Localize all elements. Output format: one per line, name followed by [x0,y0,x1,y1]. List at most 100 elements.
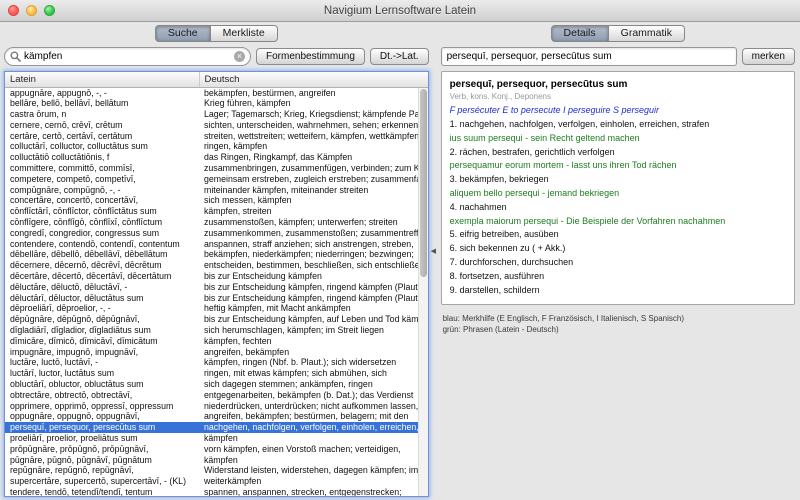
table-row[interactable]: supercertāre, supercertō, supercertāvī, … [5,476,428,487]
cell-latein[interactable]: opprimere, opprimō, oppressī, oppressum [5,401,199,412]
chevron-left-icon[interactable]: ◀ [431,247,436,255]
table-row[interactable]: proeliārī, proelior, proeliātus sum kämpf… [5,433,428,444]
table-row[interactable]: cōnflīgere, cōnflīgō, cōnflīxī, cōnflīct… [5,217,428,228]
table-row[interactable]: colluctātiō colluctātiōnis, f das Ringen,… [5,152,428,163]
table-row[interactable]: obluctārī, obluctor, obluctātus sum sich … [5,379,428,390]
cell-deutsch[interactable]: entscheiden, bestimmen, beschließen, sic… [199,260,428,271]
table-row[interactable]: impugnāre, impugnō, impugnāvī, angreifen,… [5,347,428,358]
column-header-deutsch[interactable]: Deutsch [198,72,428,88]
cell-latein[interactable]: oppugnāre, oppugnō, oppugnāvī, [5,411,199,422]
cell-deutsch[interactable]: anspannen, straff anziehen; sich anstren… [199,239,428,250]
cell-deutsch[interactable]: nachgehen, nachfolgen, verfolgen, einhol… [199,422,428,433]
cell-latein[interactable]: castra ōrum, n [5,109,199,120]
cell-deutsch[interactable]: zusammenbringen, zusammenfügen, verbinde… [199,163,428,174]
cell-deutsch[interactable]: bis zur Entscheidung kämpfen [199,271,428,282]
cell-latein[interactable]: prōpūgnāre, prōpūgnō, prōpūgnāvī, [5,444,199,455]
cell-latein[interactable]: dīgladiārī, dīgladior, dīgladiātus sum [5,325,199,336]
table-row[interactable]: dīgladiārī, dīgladior, dīgladiātus sum si… [5,325,428,336]
cell-latein[interactable]: appugnāre, appugnō, -, - [5,87,199,98]
table-row[interactable]: cōnflīctārī, cōnflīctor, cōnflīctātus su… [5,206,428,217]
cell-latein[interactable]: colluctārī, colluctor, colluctātus sum [5,141,199,152]
cell-latein[interactable]: dēpūgnāre, dēpūgnō, dēpūgnāvī, [5,314,199,325]
tab-details[interactable]: Details [550,25,609,42]
table-row[interactable]: opprimere, opprimō, oppressī, oppressum n… [5,401,428,412]
cell-deutsch[interactable]: bis zur Entscheidung kämpfen, ringend kä… [199,282,428,293]
cell-latein[interactable]: impugnāre, impugnō, impugnāvī, [5,347,199,358]
merken-button[interactable]: merken [741,48,795,65]
table-row[interactable]: colluctārī, colluctor, colluctātus sum ri… [5,141,428,152]
cell-latein[interactable]: compūgnāre, compūgnō, -, - [5,185,199,196]
table-row[interactable]: cernere, cernō, crēvī, crētum sichten, un… [5,120,428,131]
tab-suche[interactable]: Suche [154,25,211,42]
cell-latein[interactable]: dēluctārī, dēluctor, dēluctātus sum [5,293,199,304]
cell-deutsch[interactable]: entgegenarbeiten, bekämpfen (b. Dat.); d… [199,390,428,401]
cell-deutsch[interactable]: das Ringen, Ringkampf, das Kämpfen [199,152,428,163]
close-button[interactable] [8,5,19,16]
cell-latein[interactable]: contendere, contendō, contendī, contentu… [5,239,199,250]
table-row[interactable]: oppugnāre, oppugnō, oppugnāvī, angreifen,… [5,411,428,422]
cell-deutsch[interactable]: gemeinsam erstreben, zugleich erstreben;… [199,174,428,185]
cell-deutsch[interactable]: Krieg führen, kämpfen [199,98,428,109]
search-field[interactable]: × [4,47,251,66]
cell-deutsch[interactable]: miteinander kämpfen, miteinander streite… [199,185,428,196]
cell-deutsch[interactable]: zusammenkommen, zusammenstoßen; zusammen… [199,228,428,239]
cell-deutsch[interactable]: zusammenstoßen, kämpfen; unterwerfen; st… [199,217,428,228]
word-input[interactable] [440,47,737,66]
tab-merkliste[interactable]: Merkliste [210,25,278,42]
cell-latein[interactable]: cōnflīgere, cōnflīgō, cōnflīxī, cōnflīct… [5,217,199,228]
cell-deutsch[interactable]: kämpfen [199,433,428,444]
table-row[interactable]: dēbellāre, dēbellō, dēbellāvī, dēbellātu… [5,249,428,260]
dt-lat-button[interactable]: Dt.->Lat. [369,48,429,65]
cell-latein[interactable]: persequī, persequor, persecūtus sum [5,422,199,433]
table-row[interactable]: concertāre, concertō, concertāvī, sich me… [5,195,428,206]
cell-deutsch[interactable]: vorn kämpfen, einen Vorstoß machen; vert… [199,444,428,455]
cell-latein[interactable]: concertāre, concertō, concertāvī, [5,195,199,206]
table-row[interactable]: repūgnāre, repūgnō, repūgnāvī, Widerstand… [5,465,428,476]
cell-latein[interactable]: certāre, certō, certāvī, certātum [5,131,199,142]
table-row[interactable]: compūgnāre, compūgnō, -, - miteinander kä… [5,185,428,196]
panel-splitter[interactable]: ◀ [431,22,439,500]
cell-deutsch[interactable]: kämpfen [199,455,428,466]
cell-deutsch[interactable]: bis zur Entscheidung kämpfen, ringend kä… [199,293,428,304]
table-row[interactable]: tendere, tendō, tetendī/tendī, tentum spa… [5,487,428,496]
cell-latein[interactable]: dēcertāre, dēcertō, dēcertāvī, dēcertātu… [5,271,199,282]
cell-latein[interactable]: proeliārī, proelior, proeliātus sum [5,433,199,444]
table-row[interactable]: dēcertāre, dēcertō, dēcertāvī, dēcertātu… [5,271,428,282]
table-row[interactable]: persequī, persequor, persecūtus sum nachg… [5,422,428,433]
cell-latein[interactable]: tendere, tendō, tetendī/tendī, tentum [5,487,199,496]
cell-deutsch[interactable]: bekämpfen, bestürmen, angreifen [199,87,428,98]
table-row[interactable]: competere, competō, competīvī, gemeinsam … [5,174,428,185]
cell-deutsch[interactable]: angreifen, bekämpfen [199,347,428,358]
table-row[interactable]: luctāre, luctō, luctāvī, - kämpfen, ringe… [5,357,428,368]
scrollbar-thumb[interactable] [419,89,427,277]
table-row[interactable]: dēproeliārī, dēproelior, -, - heftig kämp… [5,303,428,314]
cell-latein[interactable]: pūgnāre, pūgnō, pūgnāvī, pūgnātum [5,455,199,466]
cell-deutsch[interactable]: kämpfen, fechten [199,336,428,347]
cell-deutsch[interactable]: ringen, mit etwas kämpfen; sich abmühen,… [199,368,428,379]
cell-latein[interactable]: repūgnāre, repūgnō, repūgnāvī, [5,465,199,476]
table-row[interactable]: dēluctāre, dēluctō, dēluctāvī, - bis zur … [5,282,428,293]
table-row[interactable]: pūgnāre, pūgnō, pūgnāvī, pūgnātum kämpfen [5,455,428,466]
table-row[interactable]: dīmicāre, dīmicō, dīmicāvī, dīmicātum käm… [5,336,428,347]
cell-latein[interactable]: luctāre, luctō, luctāvī, - [5,357,199,368]
table-row[interactable]: dēcernere, dēcernō, dēcrēvī, dēcrētum ent… [5,260,428,271]
cell-deutsch[interactable]: bis zur Entscheidung kämpfen, auf Leben … [199,314,428,325]
cell-latein[interactable]: supercertāre, supercertō, supercertāvī, … [5,476,199,487]
cell-latein[interactable]: bellāre, bellō, bellāvī, bellātum [5,98,199,109]
cell-latein[interactable]: obluctārī, obluctor, obluctātus sum [5,379,199,390]
table-scrollbar[interactable] [417,88,428,496]
formenbestimmung-button[interactable]: Formenbestimmung [256,48,365,65]
cell-latein[interactable]: dīmicāre, dīmicō, dīmicāvī, dīmicātum [5,336,199,347]
cell-deutsch[interactable]: spannen, anspannen, strecken, entgegenst… [199,487,428,496]
table-row[interactable]: prōpūgnāre, prōpūgnō, prōpūgnāvī, vorn kä… [5,444,428,455]
cell-deutsch[interactable]: sichten, unterscheiden, wahrnehmen, sehe… [199,120,428,131]
cell-deutsch[interactable]: kämpfen, ringen (Nbf. b. Plaut.); sich w… [199,357,428,368]
cell-latein[interactable]: cōnflīctārī, cōnflīctor, cōnflīctātus su… [5,206,199,217]
cell-deutsch[interactable]: sich dagegen stemmen; ankämpfen, ringen [199,379,428,390]
table-row[interactable]: appugnāre, appugnō, -, - bekämpfen, bestü… [5,87,428,98]
cell-deutsch[interactable]: niederdrücken, unterdrücken; nicht aufko… [199,401,428,412]
table-row[interactable]: congredī, congredior, congressus sum zusa… [5,228,428,239]
cell-deutsch[interactable]: heftig kämpfen, mit Macht ankämpfen [199,303,428,314]
table-row[interactable]: dēpūgnāre, dēpūgnō, dēpūgnāvī, bis zur En… [5,314,428,325]
clear-search-icon[interactable]: × [234,51,245,62]
